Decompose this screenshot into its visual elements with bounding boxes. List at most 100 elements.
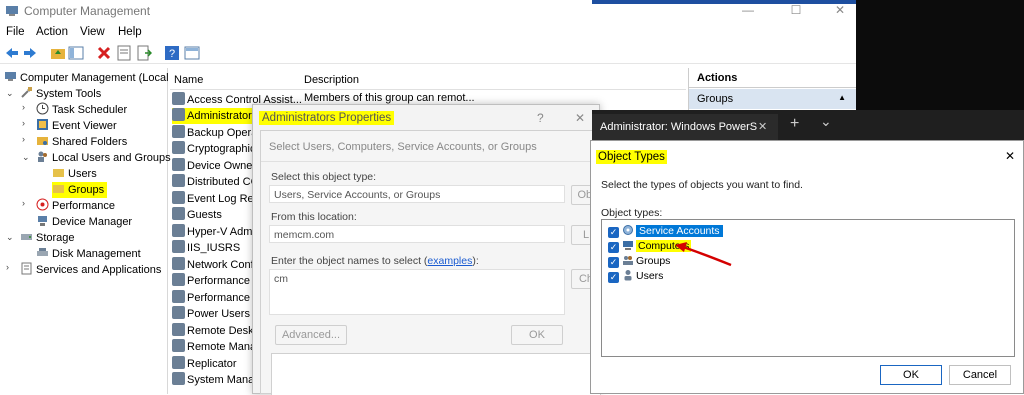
group-icon bbox=[172, 323, 185, 336]
tree-item-device-manager[interactable]: Device Manager bbox=[36, 214, 132, 230]
tree-item-event-viewer[interactable]: Event Viewer bbox=[36, 118, 117, 134]
powershell-tab-bar: Administrator: Windows PowerS ✕ + ⌄ bbox=[592, 110, 1024, 140]
export-list-icon[interactable] bbox=[136, 45, 152, 61]
console-view-icon[interactable] bbox=[184, 45, 200, 61]
object-names-input[interactable]: cm bbox=[269, 269, 565, 315]
object-type-groups[interactable]: ✓ Groups bbox=[608, 254, 670, 268]
tree-item-storage[interactable]: Storage bbox=[20, 230, 75, 246]
close-tab-icon[interactable]: ✕ bbox=[758, 120, 767, 133]
group-icon bbox=[172, 224, 185, 237]
tree-item-groups-selected[interactable]: Groups bbox=[52, 182, 108, 198]
expand-chevron-icon[interactable]: ⌄ bbox=[6, 88, 14, 99]
tab-dropdown-icon[interactable]: ⌄ bbox=[820, 113, 832, 130]
computer-management-icon bbox=[5, 72, 16, 81]
powershell-tab[interactable]: Administrator: Windows PowerS ✕ bbox=[592, 114, 778, 140]
group-icon bbox=[172, 240, 185, 253]
list-item[interactable]: Power Users bbox=[172, 306, 250, 322]
names-label: Enter the object names to select (exampl… bbox=[271, 255, 479, 267]
actions-section-groups[interactable]: Groups ▲ bbox=[689, 89, 856, 109]
list-item[interactable]: IIS_IUSRS bbox=[172, 240, 240, 256]
list-item[interactable]: Device Owners bbox=[172, 158, 262, 174]
collapse-chevron-icon[interactable]: › bbox=[22, 198, 25, 208]
checkbox-checked-icon[interactable]: ✓ bbox=[608, 257, 619, 268]
advanced-button[interactable]: Advanced... bbox=[275, 325, 347, 345]
list-item[interactable]: Performance M bbox=[172, 290, 262, 306]
tree-item-computer-management[interactable]: Computer Management (Local bbox=[4, 70, 169, 86]
tree-item-disk-management[interactable]: Disk Management bbox=[36, 246, 141, 262]
list-item[interactable]: Network Confi bbox=[172, 257, 256, 273]
list-item[interactable]: Cryptographic bbox=[172, 141, 255, 157]
delete-icon[interactable] bbox=[96, 45, 112, 61]
new-tab-icon[interactable]: + bbox=[790, 115, 799, 133]
close-dialog-button[interactable]: ✕ bbox=[575, 111, 585, 125]
up-folder-icon[interactable] bbox=[50, 45, 66, 61]
group-icon bbox=[172, 290, 185, 303]
list-item[interactable]: System Manag bbox=[172, 372, 260, 388]
object-types-dialog: Object Types ✕ Select the types of objec… bbox=[590, 140, 1024, 394]
menu-view[interactable]: View bbox=[80, 26, 105, 38]
collapse-chevron-icon[interactable]: › bbox=[22, 118, 25, 128]
group-icon bbox=[172, 92, 185, 105]
help-button[interactable]: ? bbox=[537, 111, 544, 125]
collapse-chevron-icon[interactable]: › bbox=[22, 102, 25, 112]
collapse-chevron-icon[interactable]: › bbox=[22, 134, 25, 144]
menu-help[interactable]: Help bbox=[118, 26, 142, 38]
menu-action[interactable]: Action bbox=[36, 26, 68, 38]
list-item-selected[interactable]: Administrators bbox=[172, 108, 258, 124]
device-manager-icon bbox=[38, 216, 47, 226]
location-field: memcm.com bbox=[269, 225, 565, 243]
list-item[interactable]: Performance L bbox=[172, 273, 259, 289]
svg-text:?: ? bbox=[169, 48, 175, 60]
service-account-icon bbox=[623, 225, 633, 235]
toolbar: ? bbox=[0, 42, 856, 64]
back-arrow-icon[interactable] bbox=[4, 45, 20, 61]
column-header-name[interactable]: Name bbox=[174, 74, 203, 86]
help-icon[interactable]: ? bbox=[164, 45, 180, 61]
tree-item-task-scheduler[interactable]: Task Scheduler bbox=[36, 102, 127, 118]
group-icon bbox=[172, 257, 185, 270]
cancel-button[interactable]: Cancel bbox=[949, 365, 1011, 385]
tree-label: Device Manager bbox=[52, 216, 133, 228]
object-type-service-accounts[interactable]: ✓ Service Accounts bbox=[608, 224, 723, 238]
column-header-description[interactable]: Description bbox=[304, 74, 359, 86]
object-type-users[interactable]: ✓ Users bbox=[608, 269, 663, 283]
list-item[interactable]: Backup Operat bbox=[172, 125, 260, 141]
list-item[interactable]: Hyper-V Admi bbox=[172, 224, 255, 240]
menu-file[interactable]: File bbox=[6, 26, 25, 38]
tree-item-shared-folders[interactable]: Shared Folders bbox=[36, 134, 127, 150]
close-object-types-button[interactable]: ✕ bbox=[1005, 149, 1015, 163]
forward-arrow-icon[interactable] bbox=[22, 45, 38, 61]
tree-item-performance[interactable]: Performance bbox=[36, 198, 115, 214]
list-item[interactable]: Event Log Rea bbox=[172, 191, 260, 207]
group-icon bbox=[172, 339, 185, 352]
properties-icon[interactable] bbox=[116, 45, 132, 61]
list-item[interactable]: Remote Deskto bbox=[172, 323, 263, 339]
list-item[interactable]: Remote Mana bbox=[172, 339, 256, 355]
ok-button[interactable]: OK bbox=[880, 365, 942, 385]
tree-item-local-users-and-groups[interactable]: Local Users and Groups bbox=[36, 150, 171, 166]
console-tree: Computer Management (Local ⌄ System Tool… bbox=[0, 68, 171, 394]
tree-item-users[interactable]: Users bbox=[52, 166, 97, 182]
checkbox-checked-icon[interactable]: ✓ bbox=[608, 272, 619, 283]
show-hide-tree-icon[interactable] bbox=[68, 45, 84, 61]
tree-label: Services and Applications bbox=[36, 264, 162, 276]
list-item[interactable]: Guests bbox=[172, 207, 222, 223]
list-item[interactable]: Distributed CC bbox=[172, 174, 259, 190]
folder-icon bbox=[53, 169, 64, 177]
window-title: Computer Management bbox=[24, 4, 151, 18]
checkbox-checked-icon[interactable]: ✓ bbox=[608, 242, 619, 253]
tree-item-services-and-applications[interactable]: Services and Applications bbox=[20, 262, 161, 278]
tree-item-system-tools[interactable]: System Tools bbox=[20, 86, 101, 102]
checkbox-checked-icon[interactable]: ✓ bbox=[608, 227, 619, 238]
members-list-area bbox=[271, 353, 601, 395]
expand-chevron-icon[interactable]: ⌄ bbox=[22, 152, 30, 163]
list-item[interactable]: Replicator bbox=[172, 356, 237, 372]
group-icon bbox=[172, 273, 185, 286]
collapse-chevron-icon[interactable]: › bbox=[6, 262, 9, 272]
location-label: From this location: bbox=[271, 211, 357, 223]
examples-link[interactable]: examples bbox=[427, 255, 472, 267]
expand-chevron-icon[interactable]: ⌄ bbox=[6, 232, 14, 243]
ok-button[interactable]: OK bbox=[511, 325, 563, 345]
group-icon bbox=[172, 141, 185, 154]
clock-icon bbox=[36, 102, 49, 115]
